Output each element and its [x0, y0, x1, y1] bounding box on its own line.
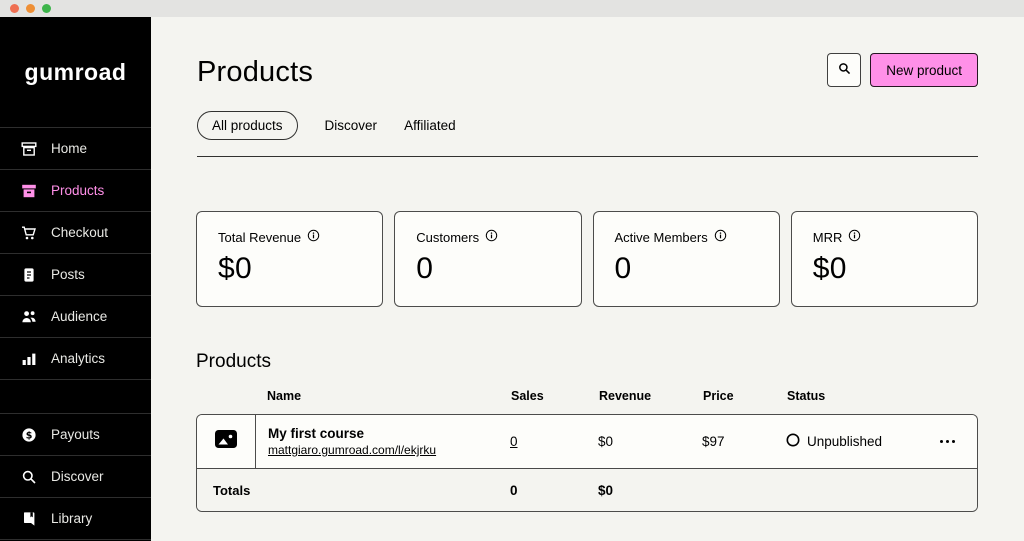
stat-card-customers: Customers 0 — [394, 211, 581, 307]
products-box-icon — [21, 183, 37, 199]
payouts-dollar-icon: $ — [21, 427, 37, 443]
stat-label: Total Revenue — [218, 230, 301, 245]
table-row[interactable]: My first course mattgiaro.gumroad.com/l/… — [197, 415, 977, 468]
sidebar-item-discover[interactable]: Discover — [0, 455, 151, 497]
stat-card-total-revenue: Total Revenue $0 — [196, 211, 383, 307]
product-sales-cell: 0 — [510, 434, 598, 449]
product-sales-link[interactable]: 0 — [510, 434, 518, 449]
stats-grid: Total Revenue $0 Customers 0 — [196, 211, 978, 307]
sidebar-item-posts[interactable]: Posts — [0, 253, 151, 295]
stat-value: $0 — [813, 252, 956, 286]
col-name: Name — [255, 385, 511, 407]
cart-icon — [21, 225, 37, 241]
svg-text:$: $ — [26, 430, 33, 441]
audience-people-icon — [21, 309, 37, 325]
totals-label: Totals — [197, 483, 510, 498]
page-body: Total Revenue $0 Customers 0 — [151, 157, 1024, 512]
home-archive-icon — [21, 141, 37, 157]
stat-value: 0 — [416, 252, 559, 286]
sidebar-item-payouts[interactable]: $ Payouts — [0, 413, 151, 455]
sidebar-item-label: Posts — [51, 267, 85, 282]
posts-note-icon — [21, 267, 37, 283]
sidebar-item-audience[interactable]: Audience — [0, 295, 151, 337]
stat-value: $0 — [218, 252, 361, 286]
search-icon — [21, 469, 37, 485]
minimize-window-button[interactable] — [26, 4, 35, 13]
new-product-button[interactable]: New product — [870, 53, 978, 87]
info-icon[interactable] — [714, 229, 727, 245]
sidebar-item-products[interactable]: Products — [0, 169, 151, 211]
gumroad-logo[interactable]: gumroad — [0, 17, 151, 127]
totals-revenue: $0 — [598, 483, 702, 498]
zoom-window-button[interactable] — [42, 4, 51, 13]
sidebar-item-label: Payouts — [51, 427, 100, 442]
analytics-bars-icon — [21, 351, 37, 367]
product-price-cell: $97 — [702, 434, 786, 449]
tab-discover[interactable]: Discover — [325, 112, 378, 139]
header-actions: New product — [827, 53, 978, 87]
product-name-cell: My first course mattgiaro.gumroad.com/l/… — [256, 426, 510, 457]
library-bookmark-icon — [21, 511, 37, 527]
products-section-title: Products — [196, 351, 978, 373]
product-thumbnail-cell — [197, 415, 256, 468]
table-header-row: Name Sales Revenue Price Status — [196, 385, 978, 407]
info-icon[interactable] — [485, 229, 498, 245]
stat-label: Active Members — [615, 230, 708, 245]
window-titlebar — [0, 0, 1024, 17]
col-sales: Sales — [511, 385, 599, 407]
sidebar-item-label: Home — [51, 141, 87, 156]
sidebar-item-label: Audience — [51, 309, 107, 324]
sidebar-item-label: Library — [51, 511, 92, 526]
product-status-cell: Unpublished — [786, 433, 936, 450]
col-revenue: Revenue — [599, 385, 703, 407]
product-status-label: Unpublished — [807, 434, 882, 449]
main-content: Products New product All products Discov… — [151, 17, 1024, 541]
stat-label: MRR — [813, 230, 843, 245]
search-icon — [837, 61, 852, 79]
totals-sales: 0 — [510, 483, 598, 498]
page-header: Products New product All products Discov… — [151, 17, 1024, 157]
products-tabs: All products Discover Affiliated — [197, 111, 978, 140]
gumroad-logo-text: gumroad — [25, 59, 127, 86]
sidebar-item-home[interactable]: Home — [0, 127, 151, 169]
close-window-button[interactable] — [10, 4, 19, 13]
product-url-link[interactable]: mattgiaro.gumroad.com/l/ekjrku — [268, 443, 510, 457]
stat-card-active-members: Active Members 0 — [593, 211, 780, 307]
product-name: My first course — [268, 426, 510, 441]
col-menu — [937, 392, 978, 400]
sidebar-item-label: Analytics — [51, 351, 105, 366]
sidebar-item-label: Products — [51, 183, 104, 198]
sidebar-item-checkout[interactable]: Checkout — [0, 211, 151, 253]
sidebar-spacer — [0, 379, 151, 413]
col-status: Status — [787, 385, 937, 407]
col-price: Price — [703, 385, 787, 407]
info-icon[interactable] — [848, 229, 861, 245]
product-revenue-cell: $0 — [598, 434, 702, 449]
sidebar-item-label: Checkout — [51, 225, 108, 240]
search-button[interactable] — [827, 53, 861, 87]
sidebar-item-library[interactable]: Library — [0, 497, 151, 539]
page-title: Products — [197, 53, 313, 91]
sidebar-item-analytics[interactable]: Analytics — [0, 337, 151, 379]
tab-all-products[interactable]: All products — [197, 111, 298, 140]
col-thumb — [196, 392, 255, 400]
circle-outline-icon — [786, 433, 800, 450]
image-placeholder-icon — [215, 430, 237, 453]
tab-affiliated[interactable]: Affiliated — [404, 112, 456, 139]
stat-value: 0 — [615, 252, 758, 286]
stat-label: Customers — [416, 230, 479, 245]
app-window: gumroad Home Products Checkout Posts — [0, 0, 1024, 541]
row-menu-button[interactable] — [936, 436, 977, 447]
stat-card-mrr: MRR $0 — [791, 211, 978, 307]
table-totals-row: Totals 0 $0 — [197, 468, 977, 511]
sidebar: gumroad Home Products Checkout Posts — [0, 17, 151, 541]
sidebar-item-label: Discover — [51, 469, 104, 484]
info-icon[interactable] — [307, 229, 320, 245]
products-table: My first course mattgiaro.gumroad.com/l/… — [196, 414, 978, 512]
